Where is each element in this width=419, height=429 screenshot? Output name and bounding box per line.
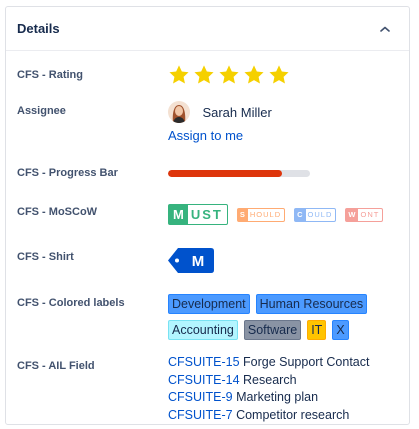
chevron-up-icon	[380, 26, 390, 32]
field-moscow: CFS - MoSCoW M UST S HOULD C OULD W ONT	[17, 204, 399, 228]
issue-key-link[interactable]: CFSUITE-9	[168, 390, 233, 404]
progress-fill	[168, 170, 282, 177]
star-icon[interactable]	[218, 64, 240, 86]
issue-summary: Marketing plan	[232, 390, 319, 404]
rating-stars[interactable]	[168, 64, 293, 91]
panel-title: Details	[17, 21, 60, 36]
field-progress: CFS - Progress Bar	[17, 165, 399, 185]
field-assignee: Assignee Sarah Miller Assign to me	[17, 101, 399, 149]
moscow-option-rest: ONT	[360, 210, 380, 219]
collapse-button[interactable]	[375, 19, 395, 39]
star-icon[interactable]	[268, 64, 290, 86]
details-panel: Details CFS - Rating Assignee Sarah Mill…	[5, 6, 410, 425]
star-icon[interactable]	[168, 64, 190, 86]
issue-summary: Research	[239, 372, 297, 387]
field-rating: CFS - Rating	[17, 64, 399, 88]
field-label-ail: CFS - AIL Field	[17, 360, 95, 372]
issue-key-link[interactable]: CFSUITE-7	[168, 408, 233, 422]
moscow-option-must[interactable]: M UST	[168, 204, 228, 225]
field-label-colored-labels: CFS - Colored labels	[17, 297, 125, 309]
assignee-name: Sarah Miller	[202, 104, 272, 120]
progress-bar	[168, 170, 310, 177]
field-label-progress: CFS - Progress Bar	[17, 167, 118, 179]
moscow-option-could[interactable]: C OULD	[294, 207, 337, 222]
avatar	[168, 101, 190, 123]
issue-key-link[interactable]: CFSUITE-15	[168, 355, 240, 369]
star-icon[interactable]	[193, 64, 215, 86]
moscow-option-rest: UST	[190, 207, 223, 222]
field-ail: CFS - AIL Field CFSUITE-15 Forge Support…	[17, 354, 399, 424]
field-shirt: CFS - Shirt M	[17, 248, 399, 274]
colored-label[interactable]: X	[332, 320, 349, 340]
colored-label[interactable]: IT	[307, 320, 327, 340]
colored-label[interactable]: Development	[168, 294, 250, 314]
colored-label[interactable]: Accounting	[168, 320, 238, 340]
ail-list-item: CFSUITE-7 Competitor research	[168, 407, 369, 425]
issue-summary: Forge Support Contact	[239, 355, 370, 369]
ail-list-item: CFSUITE-14 Research	[168, 372, 369, 390]
moscow-option-should[interactable]: S HOULD	[236, 207, 286, 222]
colored-label[interactable]: Human Resources	[255, 294, 368, 314]
ail-list: CFSUITE-15 Forge Support Contact CFSUITE-…	[168, 354, 369, 424]
shirt-size-tag[interactable]: M	[168, 248, 214, 278]
colored-labels-list: Development Human Resources Accounting Soft…	[168, 294, 378, 340]
star-icon[interactable]	[243, 64, 265, 86]
moscow-option-rest: HOULD	[249, 210, 282, 219]
moscow-option-initial: M	[169, 205, 188, 224]
moscow-option-initial: C	[295, 208, 306, 221]
colored-label[interactable]: Software	[243, 320, 302, 340]
field-label-moscow: CFS - MoSCoW	[17, 206, 98, 218]
field-label-rating: CFS - Rating	[17, 69, 83, 81]
field-label-assignee: Assignee	[17, 105, 66, 117]
moscow-option-initial: W	[346, 208, 359, 221]
details-header[interactable]: Details	[6, 7, 409, 51]
moscow-option-initial: S	[237, 208, 248, 221]
moscow-option-wont[interactable]: W ONT	[345, 207, 384, 222]
moscow-selector[interactable]: M UST S HOULD C OULD W ONT	[168, 204, 384, 225]
shirt-size-value: M	[192, 253, 205, 270]
issue-summary: Competitor research	[232, 407, 350, 422]
field-colored-labels: CFS - Colored labels Development Human Re…	[17, 294, 399, 346]
assignee-value[interactable]: Sarah Miller	[168, 101, 272, 123]
ail-list-item: CFSUITE-15 Forge Support Contact	[168, 354, 369, 372]
issue-key-link[interactable]: CFSUITE-14	[168, 373, 240, 387]
moscow-option-rest: OULD	[307, 210, 333, 219]
field-label-shirt: CFS - Shirt	[17, 251, 74, 263]
ail-list-item: CFSUITE-9 Marketing plan	[168, 389, 369, 407]
assign-to-me-link[interactable]: Assign to me	[168, 128, 272, 143]
